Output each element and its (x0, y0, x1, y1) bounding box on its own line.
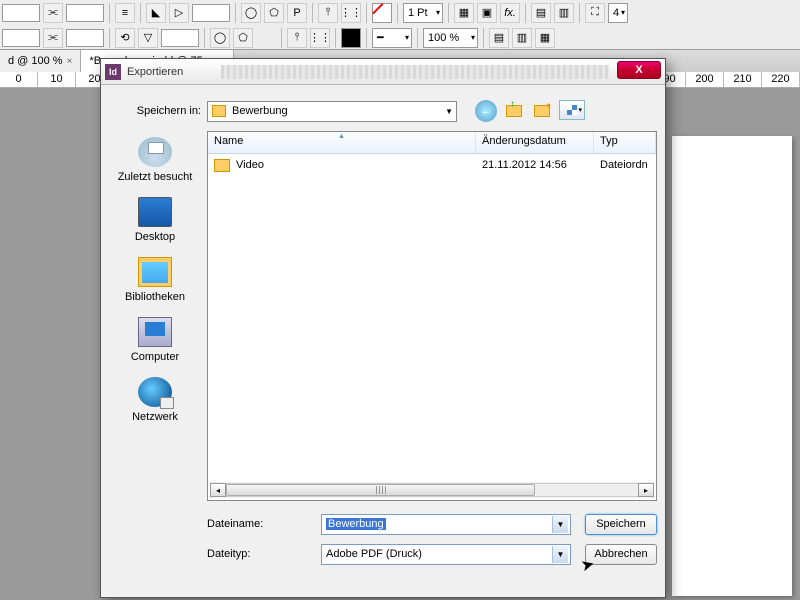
shape-circle-icon[interactable]: ◯ (241, 3, 261, 23)
rotate-icon[interactable]: ◣ (146, 3, 166, 23)
folder-icon (214, 159, 230, 172)
new-folder-button[interactable] (531, 100, 553, 122)
app-toolbar: ⫘ ≡ ◣ ▷ ◯ ⬠ P ⫯ ⋮⋮ 1 Pt ▦ ▣ fx. ▤ ▥ ⛶ 4 … (0, 0, 800, 50)
shape-poly2-icon[interactable]: ⬠ (233, 28, 253, 48)
column-date[interactable]: Änderungsdatum (476, 132, 594, 153)
column-name[interactable]: Name▴ (208, 132, 476, 153)
file-list[interactable]: Name▴ Änderungsdatum Typ Video 21.11.201… (207, 131, 657, 501)
table-row[interactable]: Video 21.11.2012 14:56 Dateiordn (208, 154, 656, 176)
file-list-header: Name▴ Änderungsdatum Typ (208, 132, 656, 154)
field-h[interactable] (66, 29, 104, 47)
folder-icon (212, 105, 226, 117)
filename-value: Bewerbung (326, 518, 386, 530)
place-computer[interactable]: Computer (105, 311, 205, 371)
field-rot[interactable] (192, 4, 230, 22)
crop-icon[interactable]: ⛶ (585, 3, 605, 23)
nav-up-button[interactable] (503, 100, 525, 122)
place-desktop[interactable]: Desktop (105, 191, 205, 251)
filetype-combo[interactable]: Adobe PDF (Druck) ▼ (321, 544, 571, 565)
close-icon[interactable]: × (67, 56, 73, 67)
shape-circle2-icon[interactable]: ◯ (210, 28, 230, 48)
shape-polygon-icon[interactable]: ⬠ (264, 3, 284, 23)
filename-combo[interactable]: Bewerbung ▼ (321, 514, 571, 535)
chevron-down-icon: ▼ (552, 546, 568, 563)
place-recent[interactable]: Zuletzt besucht (105, 131, 205, 191)
chevron-down-icon: ▼ (552, 516, 568, 533)
filetype-label: Dateityp: (207, 548, 321, 560)
group-icon[interactable]: ⫯ (318, 3, 338, 23)
save-in-combo[interactable]: Bewerbung ▼ (207, 101, 457, 122)
effects-icon[interactable]: ▦ (454, 3, 474, 23)
save-in-label: Speichern in: (101, 105, 207, 117)
tab-doc1[interactable]: d @ 100 %× (0, 50, 81, 72)
link2-icon[interactable]: ⫘ (43, 28, 63, 48)
wrap3-icon[interactable]: ▤ (489, 28, 509, 48)
titlebar-decoration (221, 65, 609, 79)
recent-icon (138, 137, 172, 167)
wrap4-icon[interactable]: ▥ (512, 28, 532, 48)
places-sidebar: Zuletzt besucht Desktop Bibliotheken Com… (105, 131, 205, 501)
scroll-left-icon[interactable]: ◂ (210, 483, 226, 497)
scroll-right-icon[interactable]: ▸ (638, 483, 654, 497)
field-y[interactable] (2, 29, 40, 47)
cancel-button[interactable]: Abbrechen (585, 544, 657, 565)
column-type[interactable]: Typ (594, 132, 656, 153)
save-button[interactable]: Speichern (585, 514, 657, 535)
distribute-icon[interactable]: ⋮⋮ (341, 3, 361, 23)
dialog-title: Exportieren (127, 66, 183, 78)
file-type: Dateiordn (594, 159, 656, 171)
link-icon[interactable]: ⫘ (43, 3, 63, 23)
dialog-titlebar[interactable]: Id Exportieren X (101, 59, 665, 85)
close-button[interactable]: X (617, 61, 661, 79)
save-in-value: Bewerbung (232, 105, 288, 117)
field-x[interactable] (2, 4, 40, 22)
zoom-dropdown[interactable]: 100 % (423, 28, 478, 48)
view-mode-button[interactable] (559, 100, 585, 120)
align-icon[interactable]: ≡ (115, 3, 135, 23)
filetype-value: Adobe PDF (Druck) (326, 548, 422, 560)
sort-asc-icon: ▴ (339, 131, 343, 140)
chevron-down-icon: ▼ (445, 107, 453, 116)
fx-icon[interactable]: fx. (500, 3, 520, 23)
field-w[interactable] (66, 4, 104, 22)
stroke-style-dropdown[interactable]: ━ (372, 28, 412, 48)
fill-none-icon[interactable] (372, 3, 392, 23)
filename-label: Dateiname: (207, 518, 321, 530)
flip-icon[interactable]: ▷ (169, 3, 189, 23)
stroke-weight-dropdown[interactable]: 1 Pt (403, 3, 443, 23)
rotate90-icon[interactable]: ⟲ (115, 28, 135, 48)
field-shear[interactable] (161, 29, 199, 47)
file-date: 21.11.2012 14:56 (476, 159, 594, 171)
distribute2-icon[interactable]: ⋮⋮ (310, 28, 330, 48)
desktop-icon (138, 197, 172, 227)
horizontal-scrollbar[interactable]: ◂ ▸ (210, 482, 654, 498)
wrap5-icon[interactable]: ▦ (535, 28, 555, 48)
file-name: Video (236, 159, 264, 171)
scroll-thumb[interactable] (226, 484, 535, 496)
opacity-icon[interactable]: ▣ (477, 3, 497, 23)
export-dialog: Id Exportieren X Speichern in: Bewerbung… (100, 58, 666, 598)
document-page (672, 136, 792, 596)
place-network[interactable]: Netzwerk (105, 371, 205, 431)
network-icon (138, 377, 172, 407)
place-libraries[interactable]: Bibliotheken (105, 251, 205, 311)
sides-dropdown[interactable]: 4 (608, 3, 628, 23)
libraries-icon (138, 257, 172, 287)
fliph-icon[interactable]: ▽ (138, 28, 158, 48)
text-wrap2-icon[interactable]: ▥ (554, 3, 574, 23)
text-wrap-icon[interactable]: ▤ (531, 3, 551, 23)
nav-back-button[interactable]: ← (475, 100, 497, 122)
computer-icon (138, 317, 172, 347)
shape-letter-icon[interactable]: P (287, 3, 307, 23)
app-icon: Id (105, 64, 121, 80)
ungroup-icon[interactable]: ⫯ (287, 28, 307, 48)
fill-black-icon[interactable] (341, 28, 361, 48)
